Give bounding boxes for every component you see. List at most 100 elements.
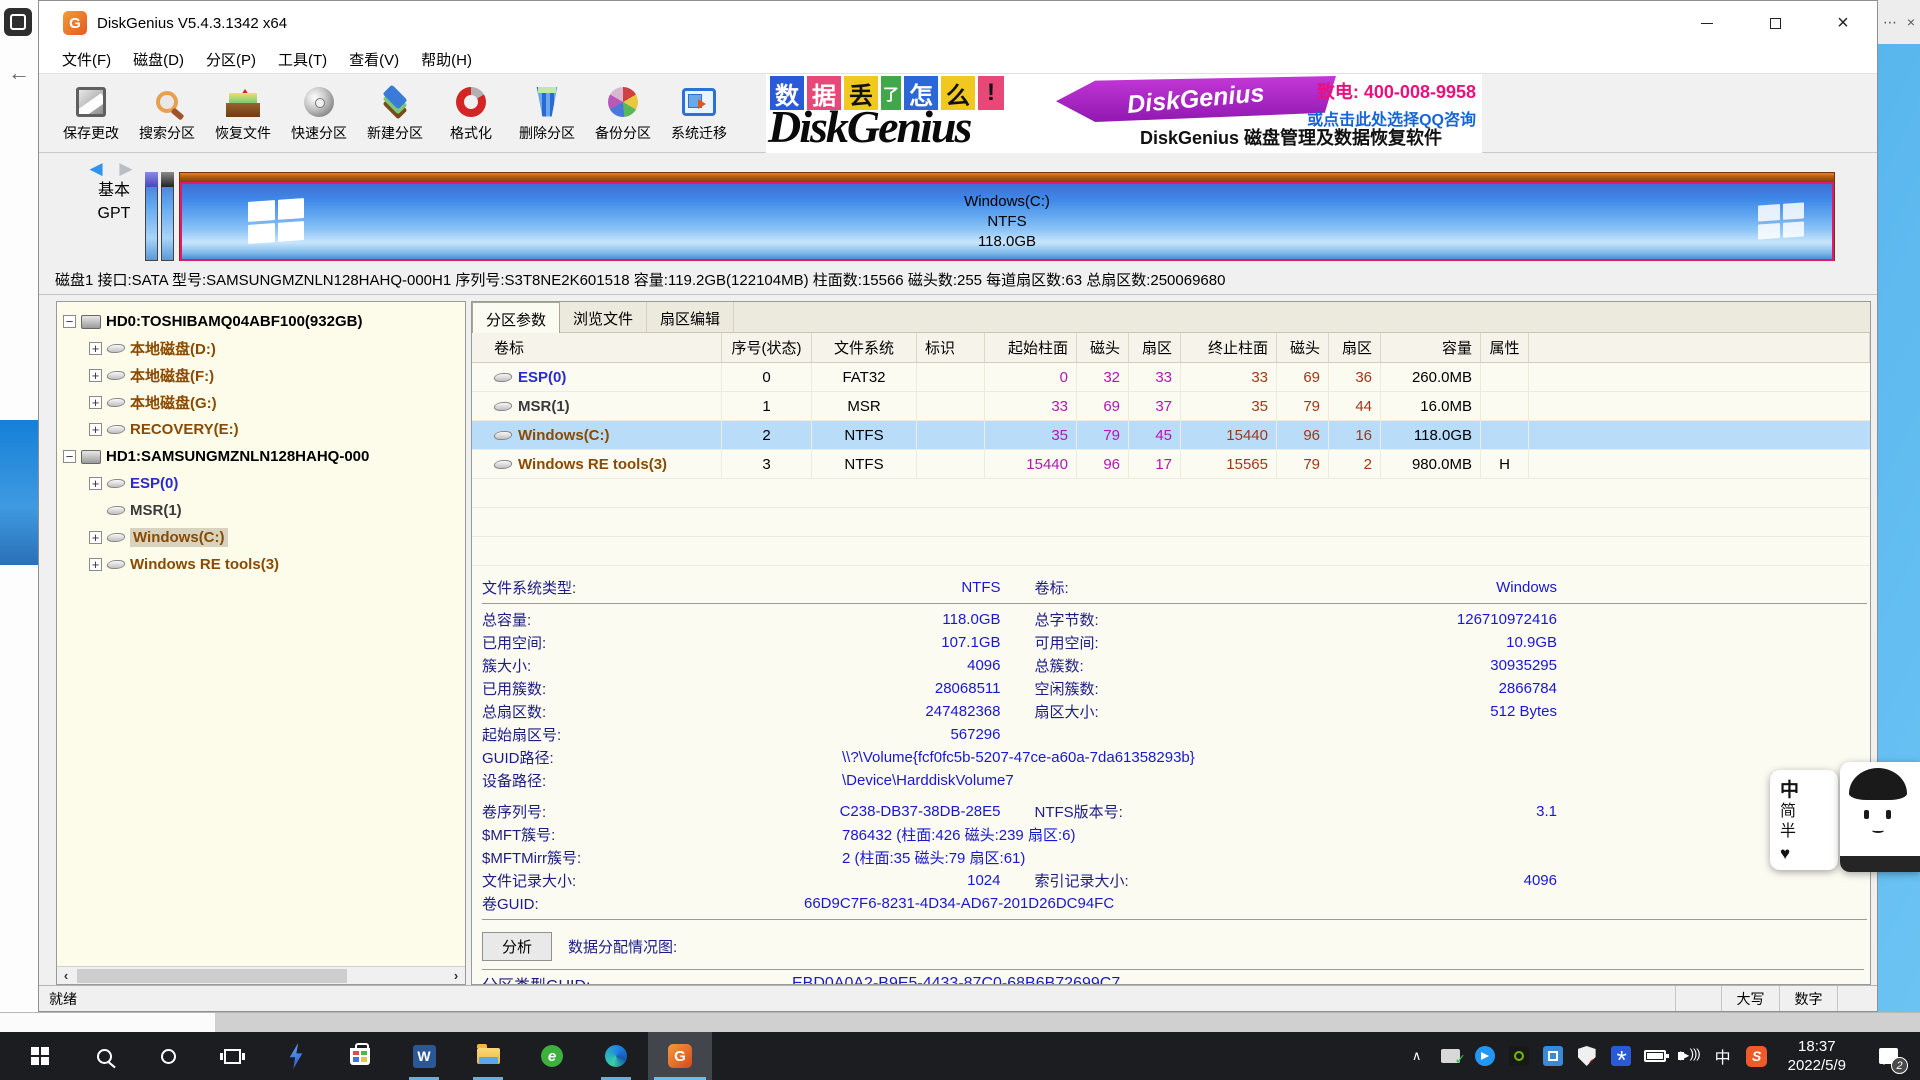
system-migration-button[interactable]: 系统迁移: [661, 84, 737, 143]
header-capacity[interactable]: 容量: [1381, 333, 1481, 362]
partition-segment-windows-c[interactable]: Windows(C:) NTFS 118.0GB: [180, 182, 1834, 261]
tray-intel-graphics-icon[interactable]: [1542, 1045, 1564, 1067]
expand-icon[interactable]: [89, 396, 102, 409]
word-app-button[interactable]: [392, 1032, 456, 1080]
header-attribute[interactable]: 属性: [1481, 333, 1529, 362]
table-row-windows-c[interactable]: Windows(C:) 2 NTFS 35 79 45 15440 96 16 …: [472, 421, 1870, 450]
header-start-sector[interactable]: 扇区: [1129, 333, 1181, 362]
notification-center-button[interactable]: 2: [1866, 1032, 1910, 1080]
table-row-windows-re[interactable]: Windows RE tools(3) 3 NTFS 15440 96 17 1…: [472, 450, 1870, 479]
header-tag[interactable]: 标识: [917, 333, 985, 362]
ad-banner[interactable]: 数 据 丢 了 怎 么 ! DiskGenius DiskGenius 致电: …: [766, 74, 1482, 153]
format-button[interactable]: 格式化: [433, 84, 509, 143]
ime-status-panel[interactable]: 中 简 半 ♥: [1770, 770, 1838, 870]
header-start-head[interactable]: 磁头: [1077, 333, 1129, 362]
expand-icon[interactable]: [89, 531, 102, 544]
taskbar-clock[interactable]: 18:37 2022/5/9: [1788, 1037, 1846, 1076]
table-row-esp[interactable]: ESP(0) 0 FAT32 0 32 33 33 69 36 260.0MB: [472, 363, 1870, 392]
expand-icon[interactable]: [89, 423, 102, 436]
expand-icon[interactable]: [89, 477, 102, 490]
tree-item-hd1[interactable]: HD1:SAMSUNGMZNLN128HAHQ-000: [63, 443, 465, 470]
tree-item-hd0[interactable]: HD0:TOSHIBAMQ04ABF100(932GB): [63, 308, 465, 335]
tree-item-esp[interactable]: ESP(0): [63, 470, 465, 497]
header-end-head[interactable]: 磁头: [1277, 333, 1329, 362]
diskgenius-taskbar-button[interactable]: [648, 1032, 712, 1080]
menu-tools[interactable]: 工具(T): [267, 49, 338, 70]
tray-expand-chevron-icon[interactable]: [1406, 1045, 1428, 1067]
next-disk-arrow-icon[interactable]: [119, 159, 138, 178]
close-icon[interactable]: [1907, 14, 1915, 30]
menu-view[interactable]: 查看(V): [338, 49, 410, 70]
ime-halfwidth[interactable]: 半: [1780, 822, 1796, 842]
tab-partition-parameters[interactable]: 分区参数: [472, 302, 560, 333]
store-app-button[interactable]: [328, 1032, 392, 1080]
maximize-button[interactable]: [1741, 1, 1809, 45]
tree-item-local-f[interactable]: 本地磁盘(F:): [63, 362, 465, 389]
header-end-sector[interactable]: 扇区: [1329, 333, 1381, 362]
ime-simplified[interactable]: 简: [1780, 802, 1796, 822]
tree-horizontal-scrollbar[interactable]: [57, 966, 465, 984]
tray-ime-indicator[interactable]: 中: [1712, 1045, 1734, 1067]
tab-browse-files[interactable]: 浏览文件: [560, 302, 647, 332]
expand-icon[interactable]: [89, 369, 102, 382]
collapse-icon[interactable]: [63, 450, 76, 463]
start-button[interactable]: [8, 1032, 72, 1080]
tree-item-windows-c[interactable]: Windows(C:): [63, 524, 465, 551]
menu-partition[interactable]: 分区(P): [195, 49, 267, 70]
table-row-msr[interactable]: MSR(1) 1 MSR 33 69 37 35 79 44 16.0MB: [472, 392, 1870, 421]
tab-sector-edit[interactable]: 扇区编辑: [647, 302, 734, 332]
ime-mode-chinese[interactable]: 中: [1780, 775, 1799, 802]
recover-files-button[interactable]: 恢复文件: [205, 84, 281, 143]
file-explorer-button[interactable]: [456, 1032, 520, 1080]
minimize-button[interactable]: [1673, 1, 1741, 45]
header-end-cylinder[interactable]: 终止柱面: [1181, 333, 1277, 362]
browser-360-button[interactable]: [520, 1032, 584, 1080]
delete-partition-button[interactable]: 删除分区: [509, 84, 585, 143]
tray-messenger-icon[interactable]: [1474, 1045, 1496, 1067]
header-start-cylinder[interactable]: 起始柱面: [985, 333, 1077, 362]
system-migration-icon: [679, 84, 719, 120]
quick-partition-button[interactable]: 快速分区: [281, 84, 357, 143]
save-changes-button[interactable]: 保存更改: [53, 84, 129, 143]
scroll-left-arrow-icon[interactable]: [57, 967, 75, 985]
scroll-right-arrow-icon[interactable]: [447, 967, 465, 985]
search-partition-button[interactable]: 搜索分区: [129, 84, 205, 143]
tray-snowflake-icon[interactable]: [1610, 1045, 1632, 1067]
tray-security-shield-icon[interactable]: [1576, 1045, 1598, 1067]
backup-partition-button[interactable]: 备份分区: [585, 84, 661, 143]
expand-icon[interactable]: [89, 558, 102, 571]
back-arrow-icon[interactable]: [8, 60, 30, 86]
edge-app-button[interactable]: [584, 1032, 648, 1080]
prev-disk-arrow-icon[interactable]: [90, 159, 109, 178]
partition-segment-esp[interactable]: [145, 172, 158, 261]
menu-file[interactable]: 文件(F): [51, 49, 122, 70]
task-view-button[interactable]: [200, 1032, 264, 1080]
more-options-icon[interactable]: [1883, 14, 1897, 31]
cortana-button[interactable]: [136, 1032, 200, 1080]
menu-disk[interactable]: 磁盘(D): [122, 49, 195, 70]
tree-item-local-g[interactable]: 本地磁盘(G:): [63, 389, 465, 416]
expand-icon[interactable]: [89, 342, 102, 355]
tree-item-recovery-e[interactable]: RECOVERY(E:): [63, 416, 465, 443]
tree-item-windows-re[interactable]: Windows RE tools(3): [63, 551, 465, 578]
tray-sogou-icon[interactable]: [1746, 1045, 1768, 1067]
partition-segment-msr[interactable]: [161, 172, 174, 261]
tray-volume-icon[interactable]: [1678, 1047, 1700, 1065]
tree-item-local-d[interactable]: 本地磁盘(D:): [63, 335, 465, 362]
heart-icon[interactable]: ♥: [1780, 844, 1790, 864]
close-button[interactable]: [1809, 1, 1877, 45]
thunder-app-button[interactable]: [264, 1032, 328, 1080]
new-partition-button[interactable]: 新建分区: [357, 84, 433, 143]
menu-help[interactable]: 帮助(H): [410, 49, 483, 70]
header-index-status[interactable]: 序号(状态): [722, 333, 812, 362]
tray-printer-icon[interactable]: [1440, 1045, 1462, 1067]
scrollbar-thumb[interactable]: [77, 969, 347, 983]
search-button[interactable]: [72, 1032, 136, 1080]
tray-battery-icon[interactable]: [1644, 1045, 1666, 1067]
tray-nvidia-icon[interactable]: [1508, 1045, 1530, 1067]
collapse-icon[interactable]: [63, 315, 76, 328]
tree-item-msr[interactable]: MSR(1): [63, 497, 465, 524]
header-volume-label[interactable]: 卷标: [472, 333, 722, 362]
analyze-button[interactable]: 分析: [482, 932, 552, 961]
header-filesystem[interactable]: 文件系统: [812, 333, 917, 362]
